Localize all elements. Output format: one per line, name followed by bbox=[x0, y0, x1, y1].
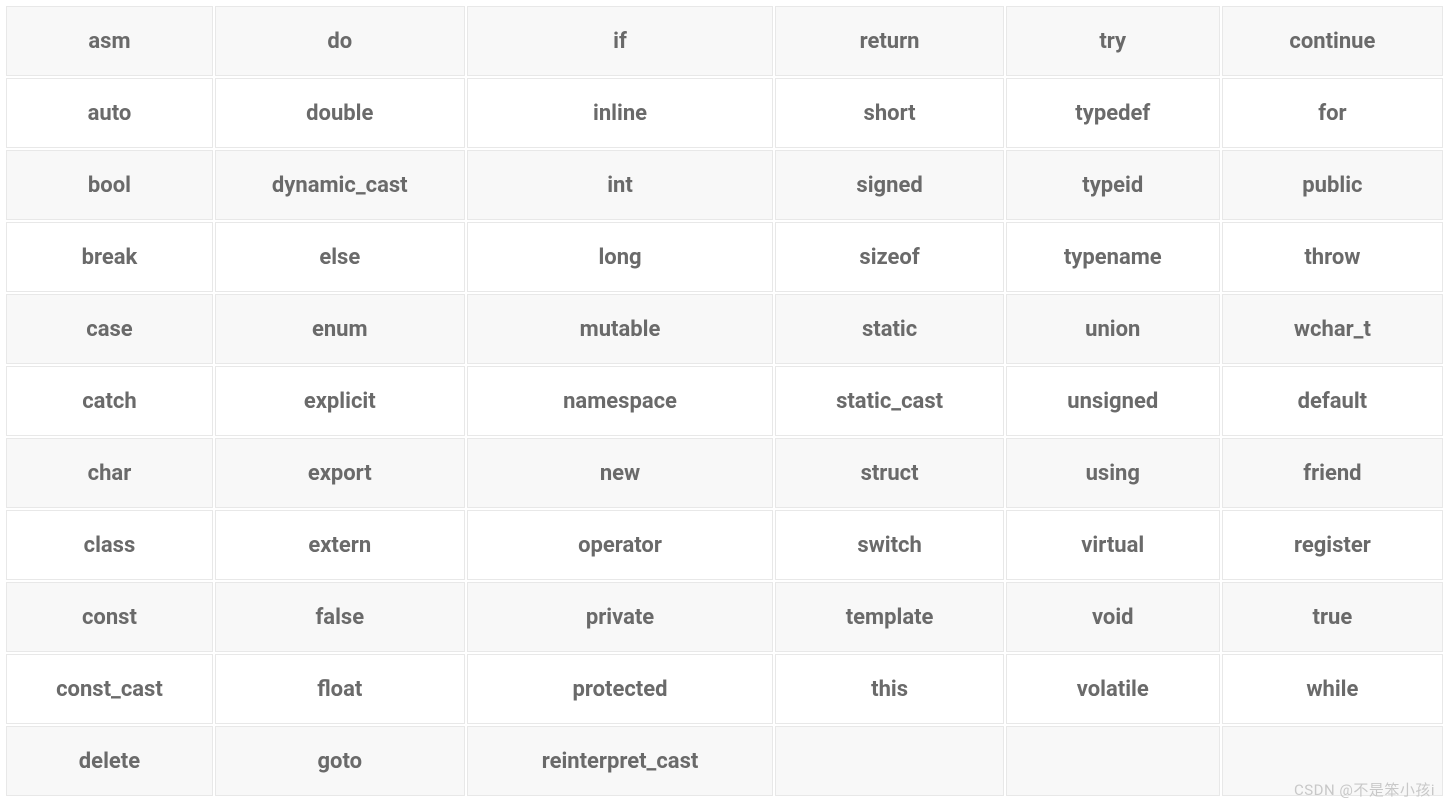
table-cell: volatile bbox=[1006, 654, 1220, 724]
table-cell: for bbox=[1222, 78, 1443, 148]
table-cell: do bbox=[215, 6, 465, 76]
table-cell: if bbox=[467, 6, 774, 76]
table-cell: template bbox=[775, 582, 1003, 652]
watermark-text: CSDN @不是笨小孩i bbox=[1294, 779, 1435, 800]
table-cell: true bbox=[1222, 582, 1443, 652]
table-cell: using bbox=[1006, 438, 1220, 508]
table-row: delete goto reinterpret_cast bbox=[6, 726, 1443, 796]
table-cell: float bbox=[215, 654, 465, 724]
table-cell: break bbox=[6, 222, 213, 292]
table-cell: asm bbox=[6, 6, 213, 76]
table-cell: try bbox=[1006, 6, 1220, 76]
table-cell bbox=[775, 726, 1003, 796]
table-cell: union bbox=[1006, 294, 1220, 364]
table-cell: enum bbox=[215, 294, 465, 364]
table-cell: continue bbox=[1222, 6, 1443, 76]
table-cell: int bbox=[467, 150, 774, 220]
table-cell: public bbox=[1222, 150, 1443, 220]
table-cell: delete bbox=[6, 726, 213, 796]
table-cell bbox=[1006, 726, 1220, 796]
table-cell: char bbox=[6, 438, 213, 508]
table-cell: unsigned bbox=[1006, 366, 1220, 436]
table-cell: reinterpret_cast bbox=[467, 726, 774, 796]
table-cell: this bbox=[775, 654, 1003, 724]
table-cell: const bbox=[6, 582, 213, 652]
table-cell: short bbox=[775, 78, 1003, 148]
table-row: case enum mutable static union wchar_t bbox=[6, 294, 1443, 364]
table-cell: class bbox=[6, 510, 213, 580]
table-cell: export bbox=[215, 438, 465, 508]
table-row: bool dynamic_cast int signed typeid publ… bbox=[6, 150, 1443, 220]
table-cell: while bbox=[1222, 654, 1443, 724]
table-cell: register bbox=[1222, 510, 1443, 580]
table-cell: signed bbox=[775, 150, 1003, 220]
table-cell: case bbox=[6, 294, 213, 364]
table-cell: operator bbox=[467, 510, 774, 580]
table-cell: dynamic_cast bbox=[215, 150, 465, 220]
table-row: auto double inline short typedef for bbox=[6, 78, 1443, 148]
table-cell: explicit bbox=[215, 366, 465, 436]
table-cell: inline bbox=[467, 78, 774, 148]
table-row: const_cast float protected this volatile… bbox=[6, 654, 1443, 724]
table-cell: typename bbox=[1006, 222, 1220, 292]
table-cell: protected bbox=[467, 654, 774, 724]
table-row: catch explicit namespace static_cast uns… bbox=[6, 366, 1443, 436]
table-cell: catch bbox=[6, 366, 213, 436]
table-row: char export new struct using friend bbox=[6, 438, 1443, 508]
table-cell: return bbox=[775, 6, 1003, 76]
table-cell: const_cast bbox=[6, 654, 213, 724]
table-cell: static_cast bbox=[775, 366, 1003, 436]
table-cell: void bbox=[1006, 582, 1220, 652]
table-cell: goto bbox=[215, 726, 465, 796]
keywords-table: asm do if return try continue auto doubl… bbox=[4, 4, 1445, 798]
table-row: const false private template void true bbox=[6, 582, 1443, 652]
table-cell: else bbox=[215, 222, 465, 292]
table-cell: switch bbox=[775, 510, 1003, 580]
table-cell: typeid bbox=[1006, 150, 1220, 220]
table-row: class extern operator switch virtual reg… bbox=[6, 510, 1443, 580]
table-cell: mutable bbox=[467, 294, 774, 364]
table-cell: private bbox=[467, 582, 774, 652]
table-cell: sizeof bbox=[775, 222, 1003, 292]
table-cell: long bbox=[467, 222, 774, 292]
table-cell: namespace bbox=[467, 366, 774, 436]
table-cell: struct bbox=[775, 438, 1003, 508]
table-cell: new bbox=[467, 438, 774, 508]
table-cell: typedef bbox=[1006, 78, 1220, 148]
table-cell: bool bbox=[6, 150, 213, 220]
table-cell: throw bbox=[1222, 222, 1443, 292]
table-cell: friend bbox=[1222, 438, 1443, 508]
table-row: break else long sizeof typename throw bbox=[6, 222, 1443, 292]
table-cell: virtual bbox=[1006, 510, 1220, 580]
table-cell: default bbox=[1222, 366, 1443, 436]
table-cell: wchar_t bbox=[1222, 294, 1443, 364]
table-row: asm do if return try continue bbox=[6, 6, 1443, 76]
table-body: asm do if return try continue auto doubl… bbox=[6, 6, 1443, 796]
table-cell: static bbox=[775, 294, 1003, 364]
table-cell: double bbox=[215, 78, 465, 148]
table-cell: auto bbox=[6, 78, 213, 148]
table-cell: false bbox=[215, 582, 465, 652]
table-cell: extern bbox=[215, 510, 465, 580]
